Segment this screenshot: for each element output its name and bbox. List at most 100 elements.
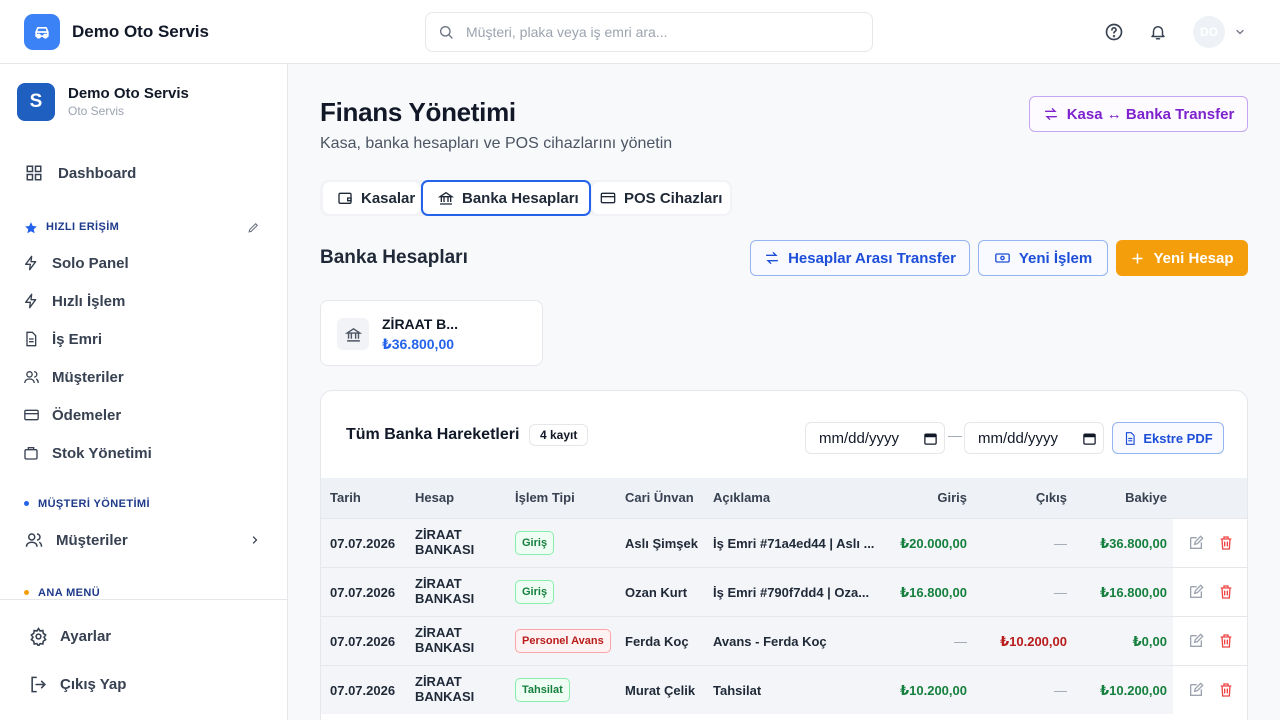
edit-icon[interactable] [1188, 584, 1204, 600]
bank-icon [438, 191, 454, 205]
swap-icon [1044, 108, 1057, 120]
cell-account-line: ZİRAAT [415, 527, 462, 542]
row-actions [1173, 616, 1247, 665]
cell-description: Tahsilat [713, 683, 762, 698]
table-row[interactable]: 07.07.2026 ZİRAAT BANKASI Giriş Aslı Şimş… [321, 518, 1173, 567]
star-icon [25, 222, 37, 234]
calendar-icon[interactable] [1082, 431, 1097, 446]
cell-account-line: BANKASI [415, 640, 475, 655]
edit-icon[interactable] [1188, 682, 1204, 698]
bank-accounts-heading: Banka Hesapları [320, 247, 468, 268]
sidebar-footer: Ayarlar Çıkış Yap [0, 599, 287, 720]
customer-mgmt-title: MÜŞTERİ YÖNETİMİ [38, 498, 150, 510]
tab-cash-registers[interactable]: Kasalar [323, 182, 420, 214]
tab-label: POS Cihazları [624, 189, 723, 207]
date-to-value: mm/dd/yyyy [978, 429, 1059, 447]
cell-account-line: BANKASI [415, 689, 475, 704]
date-to-input[interactable]: mm/dd/yyyy [964, 422, 1104, 454]
cash-bank-transfer-button[interactable]: Kasa ↔ Banka Transfer [1029, 96, 1248, 132]
bank-icon-wrap [337, 318, 369, 350]
search-input[interactable] [466, 13, 866, 51]
cell-out: — [1054, 585, 1067, 600]
cell-date: 07.07.2026 [330, 536, 396, 551]
org-logo: S [17, 83, 55, 121]
search-box[interactable] [425, 12, 873, 52]
sidebar-item-label: Solo Panel [52, 254, 129, 272]
sidebar-item-solo-panel[interactable]: Solo Panel [16, 246, 272, 280]
inter-account-transfer-label: Hesaplar Arası Transfer [788, 249, 956, 267]
logout-link[interactable]: Çıkış Yap [16, 667, 272, 701]
trash-icon[interactable] [1218, 584, 1234, 600]
sidebar-item-label: İş Emri [52, 330, 103, 348]
cell-balance: ₺16.800,00 [1100, 585, 1167, 600]
chevron-down-icon[interactable] [1234, 26, 1246, 38]
sidebar-item-label: Müşteriler [56, 531, 128, 549]
help-icon[interactable] [1104, 22, 1124, 42]
bank-transactions-card: Tüm Banka Hareketleri 4 kayıt mm/dd/yyyy… [320, 390, 1248, 720]
settings-link[interactable]: Ayarlar [16, 619, 272, 653]
bolt-icon [25, 293, 37, 309]
new-transaction-button[interactable]: Yeni İşlem [978, 240, 1108, 276]
table-header: Tarih Hesap İşlem Tipi Cari Ünvan Açıkla… [321, 478, 1247, 518]
sidebar-item-customers[interactable]: Müşteriler [16, 360, 272, 394]
tab-pos-devices[interactable]: POS Cihazları [592, 182, 730, 214]
type-badge: Giriş [515, 531, 555, 555]
table-row[interactable]: 07.07.2026 ZİRAAT BANKASI Personel Avans … [321, 616, 1173, 665]
brand-logo[interactable] [24, 14, 60, 50]
sidebar-item-stock[interactable]: Stok Yönetimi [16, 436, 272, 470]
cash-icon [994, 253, 1010, 263]
page-title: Finans Yönetimi [320, 97, 516, 127]
avatar[interactable]: DO [1193, 16, 1225, 48]
col-balance: Bakiye [1125, 490, 1167, 505]
users-icon [23, 371, 39, 384]
cell-party: Aslı Şimşek [625, 536, 698, 551]
cell-party: Ferda Koç [625, 634, 689, 649]
section-dot [24, 501, 29, 506]
new-transaction-label: Yeni İşlem [1018, 249, 1093, 267]
col-out: Çıkış [1035, 490, 1067, 505]
sidebar-item-payments[interactable]: Ödemeler [16, 398, 272, 432]
table-row[interactable]: 07.07.2026 ZİRAAT BANKASI Giriş Ozan Kurt… [321, 567, 1173, 616]
sidebar-item-dashboard[interactable]: Dashboard [16, 156, 272, 190]
sidebar-group-customers[interactable]: Müşteriler [16, 523, 272, 557]
cell-account: ZİRAAT BANKASI [415, 527, 474, 557]
org-name: Demo Oto Servis [68, 85, 189, 102]
sidebar-item-quick-action[interactable]: Hızlı İşlem [16, 284, 272, 318]
main-menu-title: ANA MENÜ [38, 587, 101, 599]
quick-access-title: HIZLI ERİŞİM [46, 221, 120, 233]
statement-pdf-button[interactable]: Ekstre PDF [1112, 422, 1224, 454]
new-account-button[interactable]: Yeni Hesap [1116, 240, 1248, 276]
cell-balance: ₺36.800,00 [1100, 536, 1167, 551]
inter-account-transfer-button[interactable]: Hesaplar Arası Transfer [750, 240, 970, 276]
plus-icon [1132, 252, 1144, 264]
sidebar-item-work-order[interactable]: İş Emri [16, 322, 272, 356]
bell-icon[interactable] [1149, 22, 1167, 42]
sidebar-item-label: Stok Yönetimi [52, 444, 152, 462]
gear-icon [29, 626, 47, 646]
type-badge: Tahsilat [515, 678, 570, 702]
cell-party: Murat Çelik [625, 683, 696, 698]
cell-description: İş Emri #71a4ed44 | Aslı ... [713, 536, 875, 551]
cell-account: ZİRAAT BANKASI [415, 576, 474, 606]
tab-bank-accounts[interactable]: Banka Hesapları [421, 180, 591, 216]
trash-icon[interactable] [1218, 682, 1234, 698]
cash-bank-transfer-label: Kasa ↔ Banka Transfer [1066, 105, 1235, 123]
table-row[interactable]: 07.07.2026 ZİRAAT BANKASI Tahsilat Murat … [321, 665, 1173, 714]
cell-date: 07.07.2026 [330, 634, 396, 649]
swap-icon [766, 252, 779, 264]
bank-account-card[interactable]: ZİRAAT B... ₺36.800,00 [320, 300, 543, 366]
pencil-icon[interactable] [247, 221, 260, 234]
cell-in: — [954, 634, 967, 649]
col-in: Giriş [937, 490, 967, 505]
transactions-title: Tüm Banka Hareketleri [346, 426, 520, 443]
edit-icon[interactable] [1188, 633, 1204, 649]
date-separator: — [948, 427, 962, 443]
trash-icon[interactable] [1218, 535, 1234, 551]
finance-tabs: Kasalar Banka Hesapları POS Cihazları [320, 180, 732, 216]
date-from-input[interactable]: mm/dd/yyyy [805, 422, 945, 454]
calendar-icon[interactable] [923, 431, 938, 446]
edit-icon[interactable] [1188, 535, 1204, 551]
record-count-badge: 4 kayıt [529, 424, 589, 446]
trash-icon[interactable] [1218, 633, 1234, 649]
type-badge: Giriş [515, 580, 555, 604]
